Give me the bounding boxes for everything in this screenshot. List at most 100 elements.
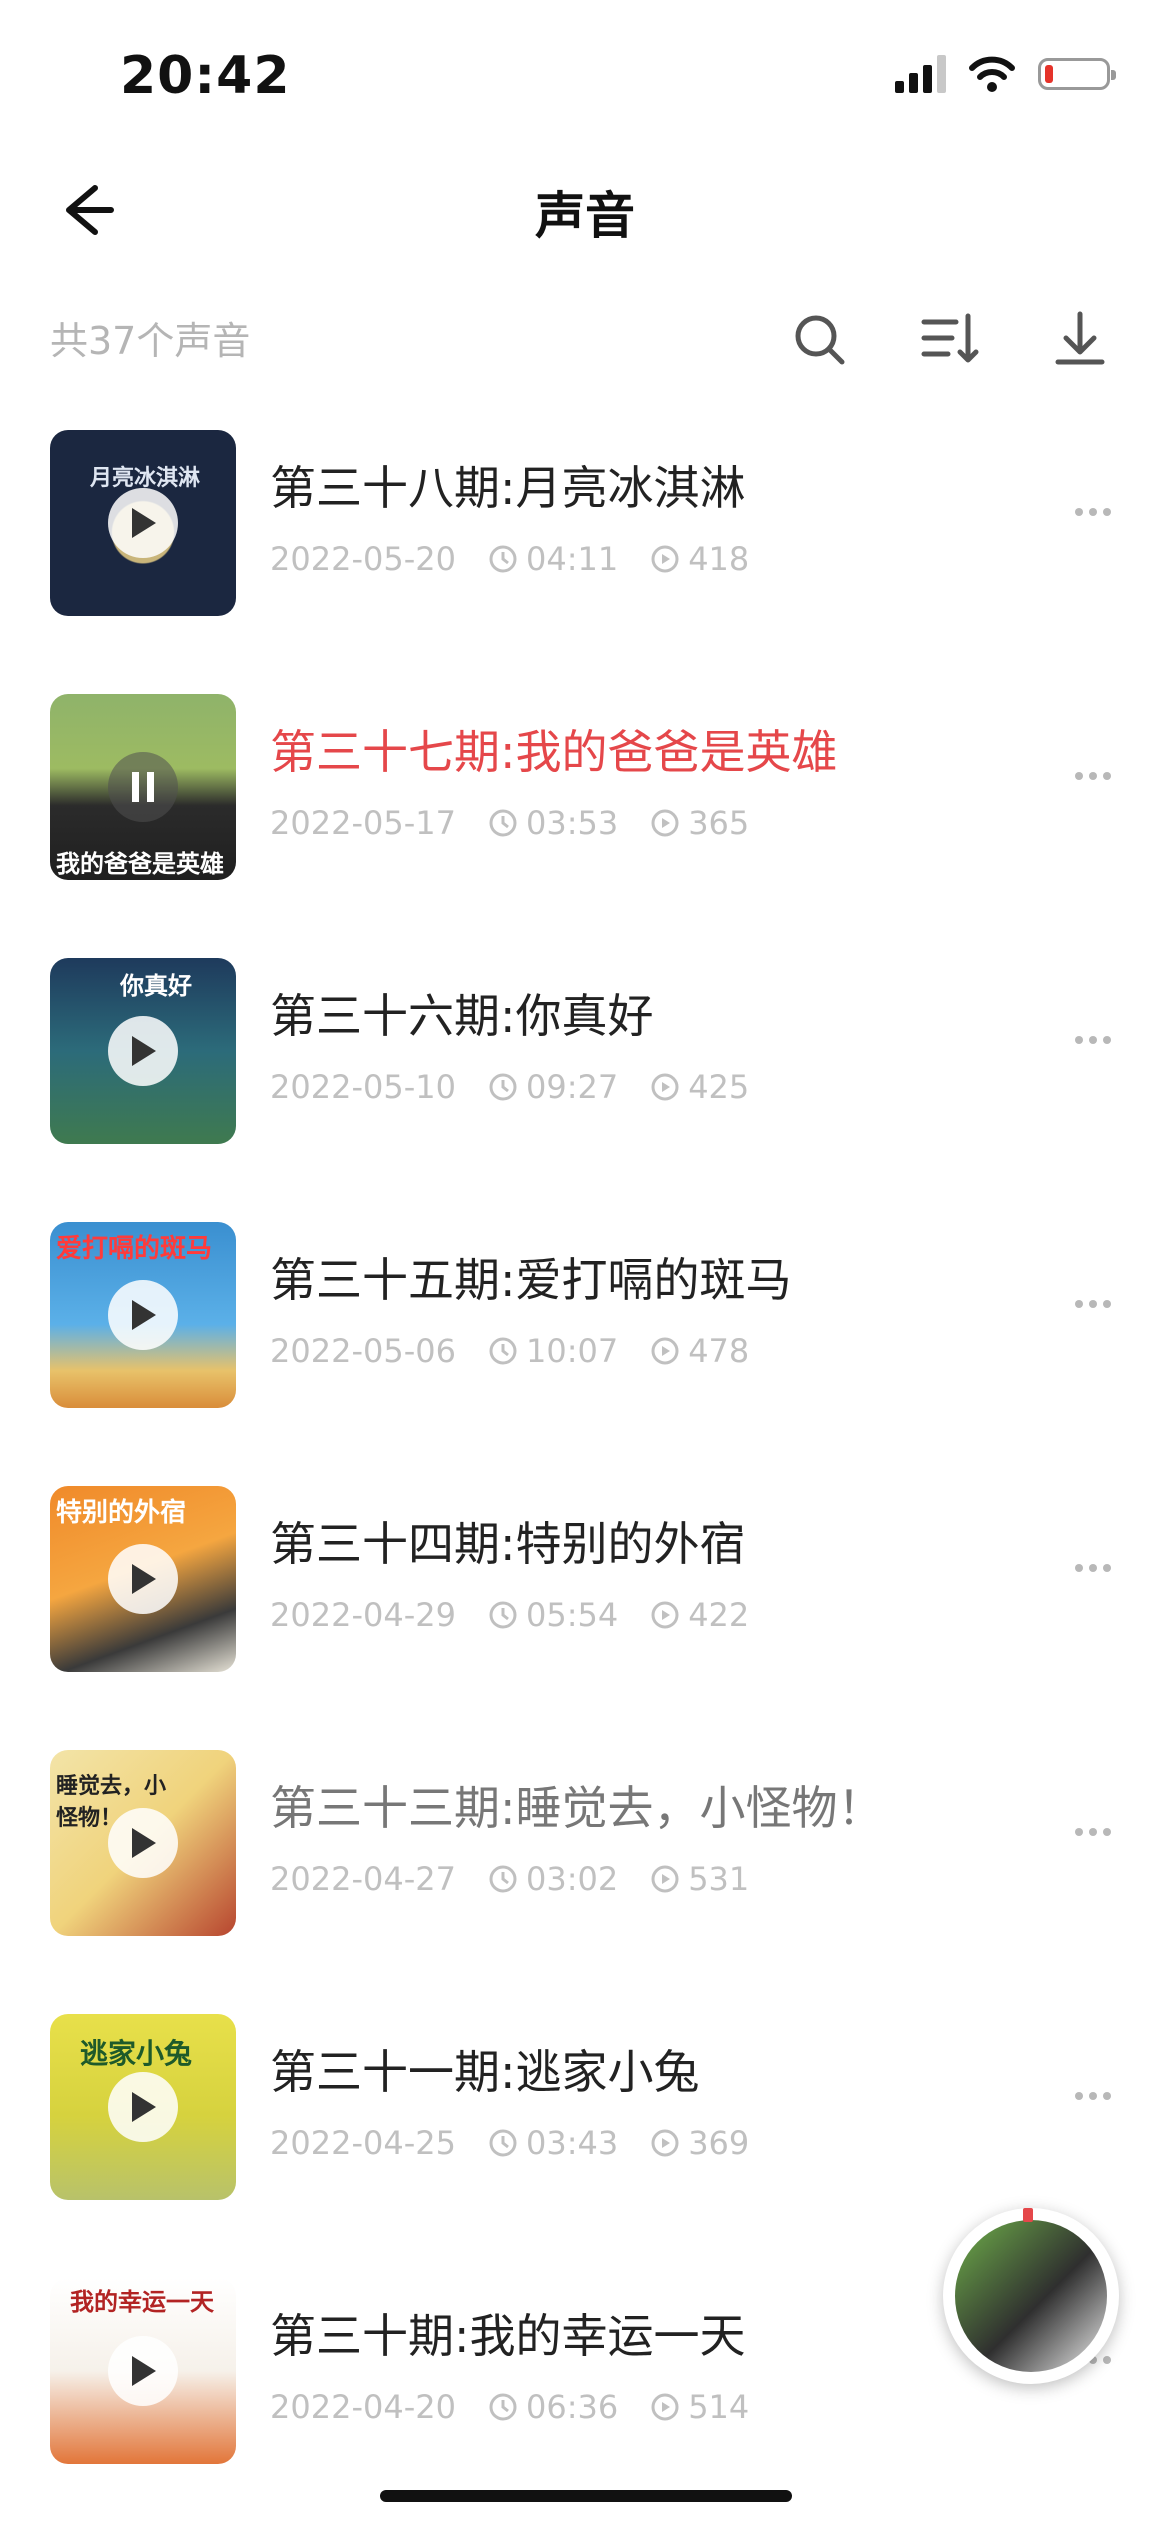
track-duration: 04:11	[525, 540, 619, 578]
track-date: 2022-05-17	[270, 804, 456, 842]
cover-title: 我的幸运一天	[70, 2288, 214, 2316]
play-icon[interactable]	[108, 1016, 178, 1086]
more-options-icon[interactable]	[1075, 1828, 1111, 1836]
clock-icon	[489, 1073, 517, 1101]
track-duration: 06:36	[525, 2388, 619, 2426]
play-icon[interactable]	[108, 1808, 178, 1878]
track-plays: 478	[688, 1332, 750, 1370]
wifi-icon	[969, 56, 1015, 92]
track-item[interactable]: 特别的外宿 第三十四期:特别的外宿 2022-04-29 05:54 422	[0, 1456, 1170, 1720]
track-meta: 2022-05-20 04:11 418	[270, 540, 749, 578]
play-count-icon	[651, 1073, 679, 1101]
track-title[interactable]: 第三十七期:我的爸爸是英雄	[270, 716, 838, 782]
track-plays: 422	[688, 1596, 750, 1634]
more-options-icon[interactable]	[1075, 1036, 1111, 1044]
more-options-icon[interactable]	[1075, 1300, 1111, 1308]
download-icon[interactable]	[1040, 300, 1120, 380]
more-options-icon[interactable]	[1075, 772, 1111, 780]
list-toolbar: 共37个声音	[0, 290, 1170, 390]
track-duration: 03:02	[525, 1860, 619, 1898]
track-item[interactable]: 爱打嗝的斑马 第三十五期:爱打嗝的斑马 2022-05-06 10:07 478	[0, 1192, 1170, 1456]
track-meta: 2022-04-20 06:36 514	[270, 2388, 749, 2426]
track-date: 2022-04-27	[270, 1860, 456, 1898]
track-duration: 09:27	[525, 1068, 619, 1106]
clock-icon	[489, 1337, 517, 1365]
cover-title: 特别的外宿	[56, 1498, 187, 1528]
track-date: 2022-04-20	[270, 2388, 456, 2426]
track-meta: 2022-05-17 03:53 365	[270, 804, 749, 842]
more-options-icon[interactable]	[1075, 508, 1111, 516]
cellular-signal-icon	[895, 55, 946, 93]
track-item[interactable]: 月亮冰淇淋 第三十八期:月亮冰淇淋 2022-05-20 04:11 418	[0, 400, 1170, 664]
mini-player-cover[interactable]	[955, 2220, 1107, 2372]
home-indicator[interactable]	[380, 2490, 792, 2502]
track-cover[interactable]: 我的爸爸是英雄	[50, 694, 236, 880]
clock-icon	[489, 545, 517, 573]
cover-title: 逃家小兔	[80, 2037, 193, 2070]
track-item[interactable]: 你真好 第三十六期:你真好 2022-05-10 09:27 425	[0, 928, 1170, 1192]
clock-icon	[489, 1601, 517, 1629]
track-cover[interactable]: 逃家小兔	[50, 2014, 236, 2200]
track-cover[interactable]: 你真好	[50, 958, 236, 1144]
track-cover[interactable]: 睡觉去，小怪物！	[50, 1750, 236, 1936]
track-date: 2022-05-20	[270, 540, 456, 578]
cover-title: 我的爸爸是英雄	[56, 850, 224, 878]
track-item[interactable]: 我的爸爸是英雄 第三十七期:我的爸爸是英雄 2022-05-17 03:53 3…	[0, 664, 1170, 928]
floating-mini-player[interactable]	[943, 2208, 1119, 2384]
sort-icon[interactable]	[910, 300, 990, 380]
track-duration: 03:43	[525, 2124, 619, 2162]
track-date: 2022-04-25	[270, 2124, 456, 2162]
track-item[interactable]: 睡觉去，小怪物！ 第三十三期:睡觉去，小怪物！ 2022-04-27 03:02…	[0, 1720, 1170, 1984]
track-cover[interactable]: 特别的外宿	[50, 1486, 236, 1672]
play-icon[interactable]	[108, 1544, 178, 1614]
track-title[interactable]: 第三十八期:月亮冰淇淋	[270, 452, 746, 518]
track-meta: 2022-04-25 03:43 369	[270, 2124, 749, 2162]
play-count-icon	[651, 1337, 679, 1365]
cover-title: 你真好	[120, 972, 192, 1000]
track-meta: 2022-04-29 05:54 422	[270, 1596, 749, 1634]
status-time: 20:42	[120, 46, 291, 106]
play-count-icon	[651, 1601, 679, 1629]
play-icon[interactable]	[108, 2072, 178, 2142]
clock-icon	[489, 809, 517, 837]
battery-icon	[1038, 58, 1116, 90]
play-icon[interactable]	[108, 488, 178, 558]
more-options-icon[interactable]	[1075, 2092, 1111, 2100]
clock-icon	[489, 2393, 517, 2421]
track-title[interactable]: 第三十四期:特别的外宿	[270, 1508, 746, 1574]
track-cover[interactable]: 爱打嗝的斑马	[50, 1222, 236, 1408]
clock-icon	[489, 1865, 517, 1893]
more-options-icon[interactable]	[1075, 1564, 1111, 1572]
track-title[interactable]: 第三十五期:爱打嗝的斑马	[270, 1244, 792, 1310]
track-count: 共37个声音	[50, 319, 251, 363]
play-count-icon	[651, 2129, 679, 2157]
play-count-icon	[651, 1865, 679, 1893]
track-plays: 531	[688, 1860, 750, 1898]
cover-title: 爱打嗝的斑马	[56, 1234, 213, 1264]
track-plays: 418	[688, 540, 750, 578]
track-plays: 425	[688, 1068, 750, 1106]
track-title[interactable]: 第三十期:我的幸运一天	[270, 2300, 746, 2366]
page-title: 声音	[535, 187, 635, 245]
track-title[interactable]: 第三十六期:你真好	[270, 980, 654, 1046]
track-date: 2022-04-29	[270, 1596, 456, 1634]
track-plays: 369	[688, 2124, 750, 2162]
play-count-icon	[651, 809, 679, 837]
track-plays: 514	[688, 2388, 750, 2426]
track-duration: 03:53	[525, 804, 619, 842]
track-title[interactable]: 第三十一期:逃家小兔	[270, 2036, 700, 2102]
play-icon[interactable]	[108, 1280, 178, 1350]
pause-icon[interactable]	[108, 752, 178, 822]
track-meta: 2022-05-06 10:07 478	[270, 1332, 749, 1370]
track-meta: 2022-05-10 09:27 425	[270, 1068, 749, 1106]
track-title[interactable]: 第三十三期:睡觉去，小怪物！	[270, 1772, 884, 1838]
track-cover[interactable]: 月亮冰淇淋	[50, 430, 236, 616]
track-item[interactable]: 逃家小兔 第三十一期:逃家小兔 2022-04-25 03:43 369	[0, 1984, 1170, 2248]
status-bar: 20:42	[0, 0, 1170, 150]
track-plays: 365	[688, 804, 750, 842]
play-icon[interactable]	[108, 2336, 178, 2406]
track-duration: 05:54	[525, 1596, 619, 1634]
navigation-bar: 声音	[0, 150, 1170, 270]
track-cover[interactable]: 我的幸运一天	[50, 2278, 236, 2464]
search-icon[interactable]	[780, 300, 860, 380]
